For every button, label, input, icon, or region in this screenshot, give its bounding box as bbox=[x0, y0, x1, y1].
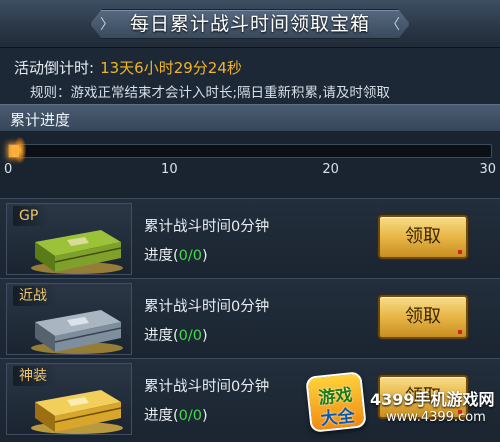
reward-description: 累计战斗时间0分钟 bbox=[144, 219, 270, 235]
claim-button-gp[interactable]: 领取 bbox=[378, 215, 468, 259]
countdown-label: 活动倒计时: bbox=[14, 59, 95, 77]
reward-progress-value: 0/0 bbox=[178, 328, 203, 344]
watermark-url: www.4399.com bbox=[386, 410, 486, 425]
progress-tick: 0 bbox=[4, 162, 13, 177]
claim-button-label: 领取 bbox=[405, 226, 441, 247]
tier-label: GP bbox=[13, 206, 49, 226]
reward-thumbnail: 近战 bbox=[6, 283, 132, 355]
reward-progress-label: 进度( bbox=[144, 328, 179, 344]
reward-progress: 进度(0/0) bbox=[144, 404, 208, 425]
reward-progress-value: 0/0 bbox=[178, 248, 203, 264]
progress-header: 累计进度 bbox=[0, 104, 500, 132]
reward-progress-label: 进度( bbox=[144, 248, 179, 264]
progress-tick: 30 bbox=[479, 162, 496, 177]
progress-area: 0 10 20 30 bbox=[0, 132, 500, 198]
reward-progress-label: 进度( bbox=[144, 408, 179, 424]
reward-thumbnail: 神装 bbox=[6, 363, 132, 435]
claim-button-melee[interactable]: 领取 bbox=[378, 295, 468, 339]
claim-button-label: 领取 bbox=[405, 306, 441, 327]
reward-description: 累计战斗时间0分钟 bbox=[144, 379, 270, 395]
progress-tick: 20 bbox=[322, 162, 339, 177]
page-title: 每日累计战斗时间领取宝箱 bbox=[129, 13, 370, 35]
watermark-title: 4399手机游戏网 bbox=[370, 390, 495, 409]
watermark-logo-icon: 游戏 大全 bbox=[305, 371, 367, 433]
watermark: 游戏 大全 4399手机游戏网 www.4399.com bbox=[305, 370, 500, 442]
reward-row-melee: 近战 累计战斗时间0分钟 进度(0/0) 领取 bbox=[0, 278, 500, 358]
title-right-arrow-icon: 〈 bbox=[386, 17, 400, 33]
info-block: 活动倒计时: 13天6小时29分24秒 规则：游戏正常结束才会计入时长;隔日重新积… bbox=[0, 48, 500, 104]
reward-progress-value: 0/0 bbox=[178, 408, 203, 424]
progress-tick: 10 bbox=[161, 162, 178, 177]
watermark-badge-bottom: 大全 bbox=[319, 406, 356, 430]
reward-progress-close: ) bbox=[202, 248, 208, 264]
progress-track bbox=[8, 144, 492, 158]
reward-row-gp: GP 累计战斗时间0分钟 进度(0/0) 领取 bbox=[0, 198, 500, 278]
reward-progress: 进度(0/0) bbox=[144, 324, 208, 345]
button-corner-dot bbox=[458, 330, 462, 334]
progress-label: 累计进度 bbox=[10, 111, 71, 129]
countdown-row: 活动倒计时: 13天6小时29分24秒 bbox=[14, 57, 242, 78]
reward-progress: 进度(0/0) bbox=[144, 244, 208, 265]
tier-label: 神装 bbox=[13, 366, 57, 386]
progress-marker-icon bbox=[14, 137, 26, 163]
reward-thumbnail: GP bbox=[6, 203, 132, 275]
reward-progress-close: ) bbox=[202, 408, 208, 424]
countdown-value: 13天6小时29分24秒 bbox=[100, 59, 242, 77]
reward-progress-close: ) bbox=[202, 328, 208, 344]
tier-label: 近战 bbox=[13, 286, 57, 306]
button-corner-dot bbox=[458, 250, 462, 254]
reward-description: 累计战斗时间0分钟 bbox=[144, 299, 270, 315]
title-bar: 〉 每日累计战斗时间领取宝箱 〈 bbox=[0, 0, 500, 48]
rules-text: 规则：游戏正常结束才会计入时长;隔日重新积累,请及时领取 bbox=[30, 85, 390, 101]
